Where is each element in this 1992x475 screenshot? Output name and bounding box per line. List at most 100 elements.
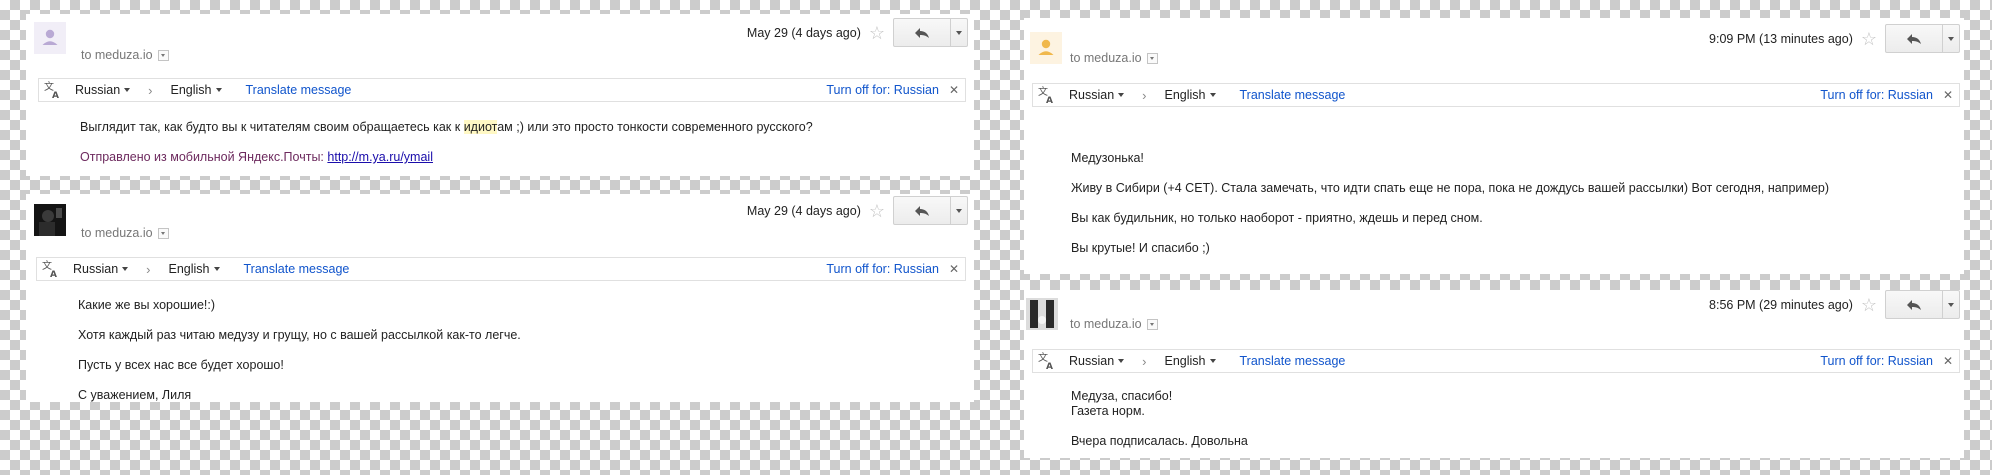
turn-off-translation-link[interactable]: Turn off for: Russian [1820,354,1933,368]
email-card-1: to meduza.io May 29 (4 days ago) ☆ 文A Ru… [26,14,974,176]
more-button[interactable] [950,19,967,46]
chevron-down-icon[interactable] [157,49,169,61]
message-header-actions: May 29 (4 days ago) ☆ [747,18,968,47]
language-arrow-icon: › [148,82,153,98]
chevron-down-icon[interactable] [1146,52,1158,64]
star-icon[interactable]: ☆ [869,24,885,42]
svg-text:A: A [52,91,59,99]
chevron-down-icon [1209,359,1216,363]
message-paragraph: Выглядит так, как будто вы к читателям с… [80,120,813,134]
reply-icon [1907,33,1921,44]
translate-icon: 文A [1035,84,1059,106]
message-date[interactable]: 8:56 PM (29 minutes ago) [1709,298,1853,312]
email-card-3: to meduza.io 9:09 PM (13 minutes ago) ☆ … [1024,18,1964,274]
close-icon[interactable]: ✕ [1943,354,1953,368]
reply-button[interactable] [894,197,950,224]
chevron-down-icon[interactable] [157,227,169,239]
close-icon[interactable]: ✕ [949,83,959,97]
reply-icon [915,205,929,216]
target-language-select[interactable]: English [171,83,222,97]
language-arrow-icon: › [1142,87,1147,103]
avatar[interactable] [34,204,66,236]
message-body: Какие же вы хорошие!:) Хотя каждый раз ч… [78,298,954,418]
chevron-down-icon [122,267,129,271]
signature: Отправлено из мобильной Яндекс.Почты: ht… [80,150,433,164]
recipient-line[interactable]: to meduza.io [81,48,169,62]
avatar[interactable] [34,22,66,54]
recipient-label: to meduza.io [1070,51,1142,65]
more-button[interactable] [950,197,967,224]
signature-link[interactable]: http://m.ya.ru/ymail [327,150,433,164]
recipient-line[interactable]: to meduza.io [1070,317,1158,331]
message-date[interactable]: May 29 (4 days ago) [747,26,861,40]
more-button[interactable] [1942,25,1959,52]
message-paragraph: Какие же вы хорошие!:) [78,298,216,312]
message-line: Вчера подписалась. Довольна [1071,434,1248,448]
reply-button-group [1885,24,1960,53]
turn-off-translation-link[interactable]: Turn off for: Russian [1820,88,1933,102]
translation-bar: 文A Russian › English Translate message T… [38,78,966,102]
chevron-down-icon [213,267,220,271]
message-line: Газета норм. [1071,404,1145,418]
message-paragraph: Вы крутые! И спасибо ;) [1071,241,1210,255]
highlighted-word: идиот [463,120,498,134]
translation-bar: 文A Russian › English Translate message T… [1032,83,1960,107]
message-paragraph: С уважением, Лиля [78,388,192,402]
avatar[interactable] [1030,32,1062,64]
target-language-select[interactable]: English [169,262,220,276]
user-photo [1026,298,1058,330]
message-header-actions: 9:09 PM (13 minutes ago) ☆ [1709,24,1960,53]
translate-message-link[interactable]: Translate message [1240,354,1346,368]
reply-button-group [1885,290,1960,319]
close-icon[interactable]: ✕ [949,262,959,276]
recipient-label: to meduza.io [81,48,153,62]
email-card-4: to meduza.io 8:56 PM (29 minutes ago) ☆ … [1024,290,1964,458]
avatar[interactable] [1026,298,1058,330]
message-header-actions: May 29 (4 days ago) ☆ [747,196,968,225]
reply-button[interactable] [1886,291,1942,318]
message-paragraph: Пусть у всех нас все будет хорошо! [78,358,284,372]
recipient-label: to meduza.io [81,226,153,240]
source-language-select[interactable]: Russian [73,262,129,276]
source-language-select[interactable]: Russian [75,83,131,97]
reply-button[interactable] [1886,25,1942,52]
message-body: Медуза, спасибо! Газета норм. Вчера подп… [1071,389,1944,449]
message-date[interactable]: 9:09 PM (13 minutes ago) [1709,32,1853,46]
reply-button[interactable] [894,19,950,46]
chevron-down-icon [1118,359,1125,363]
language-arrow-icon: › [1142,353,1147,369]
star-icon[interactable]: ☆ [1861,30,1877,48]
message-paragraph: Вы как будильник, но только наоборот - п… [1071,211,1483,225]
turn-off-translation-link[interactable]: Turn off for: Russian [826,262,939,276]
recipient-line[interactable]: to meduza.io [1070,51,1158,65]
recipient-line[interactable]: to meduza.io [81,226,169,240]
translate-icon: 文A [1035,350,1059,372]
reply-button-group [893,18,968,47]
more-button[interactable] [1942,291,1959,318]
chevron-down-icon [124,88,131,92]
translate-message-link[interactable]: Translate message [1240,88,1346,102]
chevron-down-icon [956,30,962,35]
recipient-label: to meduza.io [1070,317,1142,331]
translation-bar: 文A Russian › English Translate message T… [1032,349,1960,373]
translate-icon: 文A [39,258,63,280]
message-date[interactable]: May 29 (4 days ago) [747,204,861,218]
message-line: Медуза, спасибо! [1071,389,1173,403]
target-language-select[interactable]: English [1165,88,1216,102]
reply-icon [1907,299,1921,310]
message-paragraph: Живу в Сибири (+4 CET). Стала замечать, … [1071,181,1830,195]
chevron-down-icon[interactable] [1146,318,1158,330]
star-icon[interactable]: ☆ [869,202,885,220]
target-language-select[interactable]: English [1165,354,1216,368]
turn-off-translation-link[interactable]: Turn off for: Russian [826,83,939,97]
close-icon[interactable]: ✕ [1943,88,1953,102]
translate-message-link[interactable]: Translate message [246,83,352,97]
chevron-down-icon [215,88,222,92]
source-language-select[interactable]: Russian [1069,88,1125,102]
svg-text:A: A [1046,96,1053,104]
star-icon[interactable]: ☆ [1861,296,1877,314]
source-language-select[interactable]: Russian [1069,354,1125,368]
translate-message-link[interactable]: Translate message [244,262,350,276]
translation-bar: 文A Russian › English Translate message T… [36,257,966,281]
message-paragraph: Медузонька! [1071,151,1144,165]
